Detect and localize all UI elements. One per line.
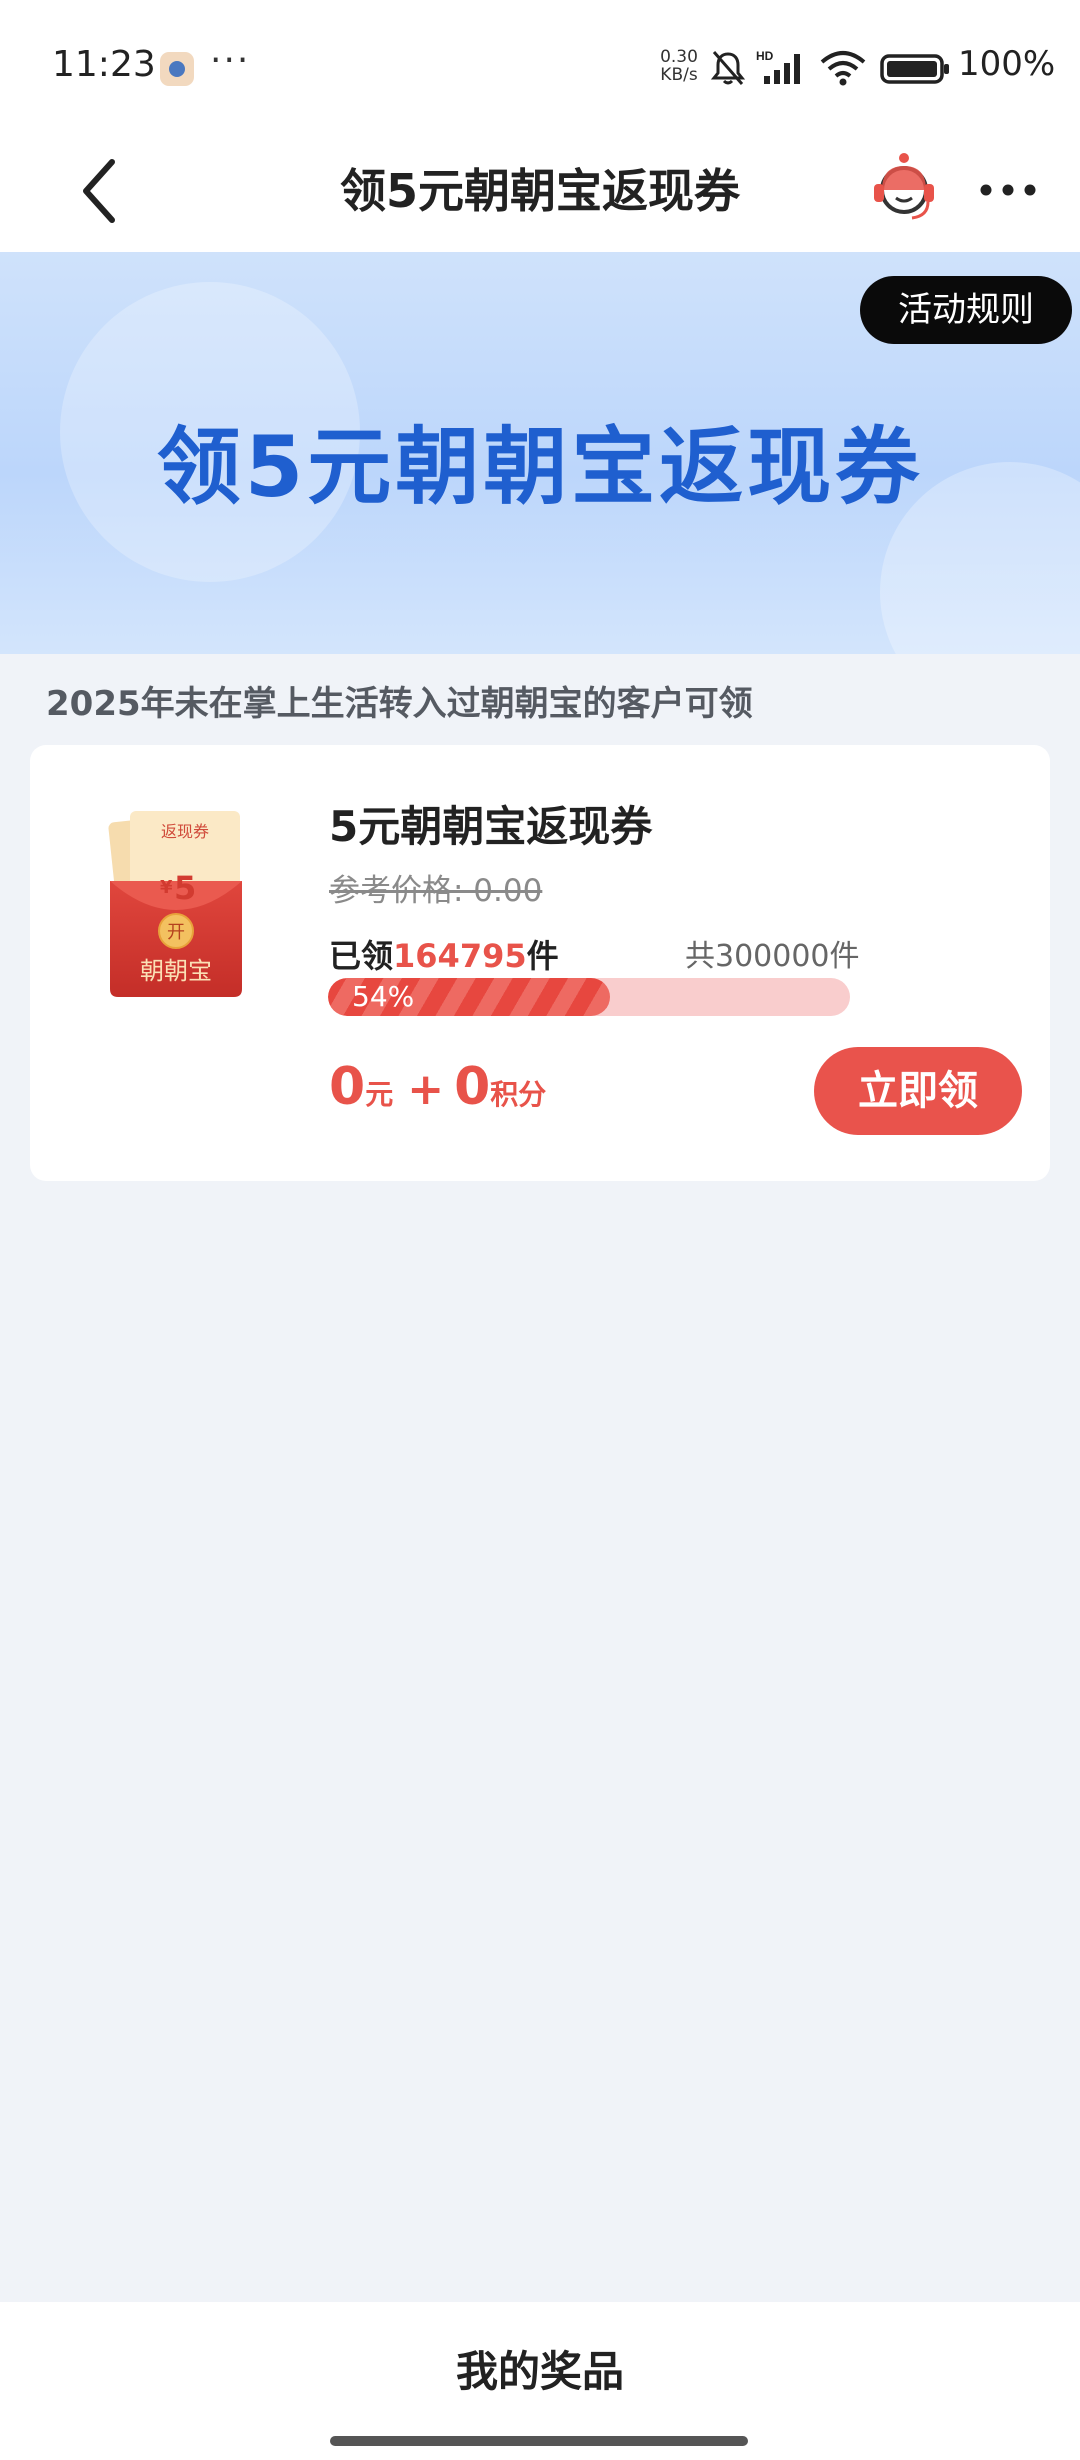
claimed-prefix: 已领: [329, 937, 394, 975]
reference-price: 参考价格: 0.00: [329, 873, 543, 909]
total-count: 共300000件: [685, 939, 860, 974]
my-prizes-button[interactable]: 我的奖品: [0, 2338, 1080, 2399]
price-points-unit: 积分: [490, 1078, 547, 1111]
coupon-currency: ¥: [160, 877, 173, 898]
price-points: 0: [454, 1057, 491, 1117]
signal-hd-icon: HD: [756, 49, 800, 84]
price-yuan: 0: [329, 1057, 366, 1117]
claimed-count: 已领164795件: [329, 931, 559, 977]
price-plus: +: [407, 1064, 445, 1115]
claim-progress-bar: 54%: [328, 978, 850, 1016]
network-speed-unit: KB/s: [660, 65, 698, 85]
status-bar: 11:23 ··· 0.30 KB/s HD 100%: [0, 0, 1080, 130]
customer-service-icon[interactable]: [868, 148, 940, 228]
mute-bell-icon: [710, 51, 746, 85]
eligibility-text: 2025年未在掌上生活转入过朝朝宝的客户可领: [46, 684, 753, 724]
product-card: 返现券 ¥ 5 开 朝朝宝 5元朝朝宝返现券 参考价格: 0.00 已领1647…: [30, 745, 1050, 1181]
banner: 领5元朝朝宝返现券 活动规则: [0, 252, 1080, 654]
wifi-icon: [820, 51, 866, 86]
home-indicator[interactable]: [330, 2436, 748, 2446]
network-speed: 0.30 KB/s: [654, 48, 704, 84]
nav-bar: 领5元朝朝宝返现券: [0, 130, 1080, 252]
claimed-number: 164795: [393, 937, 527, 975]
coupon-amount: 5: [174, 869, 196, 907]
claimed-suffix: 件: [526, 937, 559, 975]
svg-text:HD: HD: [756, 49, 774, 63]
more-menu-icon[interactable]: [978, 170, 1038, 210]
claim-now-button[interactable]: 立即领: [814, 1047, 1022, 1135]
coupon-red-envelope-image: 返现券 ¥ 5 开 朝朝宝: [60, 789, 292, 1021]
coupon-badge-text: 返现券: [161, 822, 209, 841]
banner-title: 领5元朝朝宝返现券: [156, 418, 924, 516]
product-title: 5元朝朝宝返现券: [329, 802, 653, 851]
battery-icon: [880, 54, 949, 84]
claim-progress-label: 54%: [352, 980, 415, 1013]
coupon-brand-text: 朝朝宝: [140, 957, 212, 985]
more-notifications-icon: ···: [210, 40, 251, 81]
price-yuan-unit: 元: [365, 1078, 394, 1111]
coupon-open-text: 开: [167, 922, 185, 943]
activity-rules-button[interactable]: 活动规则: [860, 276, 1072, 344]
price: 0元 +0积分: [329, 1057, 560, 1117]
app-notification-icon: [160, 52, 194, 86]
network-speed-value: 0.30: [660, 47, 698, 67]
bottom-bar: 我的奖品: [0, 2302, 1080, 2460]
battery-percent: 100%: [958, 44, 1056, 84]
status-time: 11:23: [52, 44, 156, 85]
